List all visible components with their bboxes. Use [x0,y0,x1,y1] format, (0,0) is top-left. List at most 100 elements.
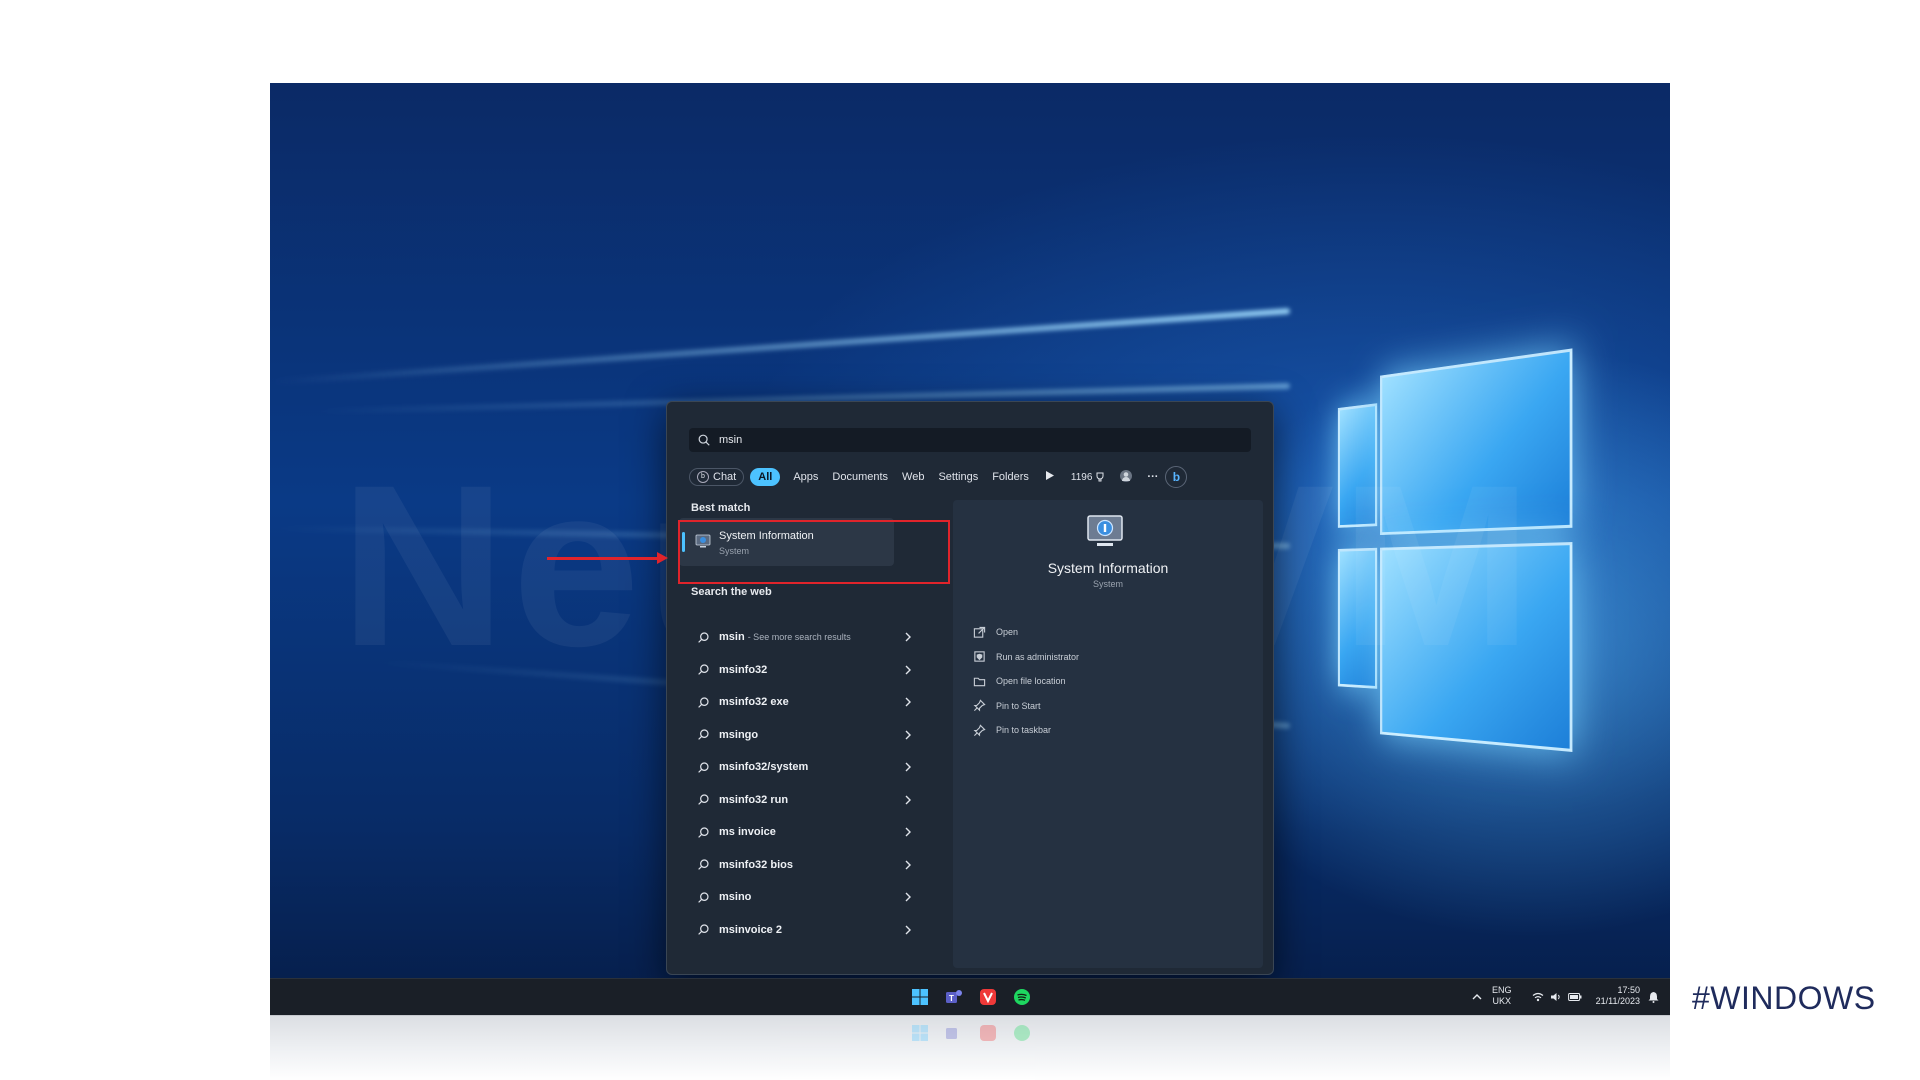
search-box[interactable] [689,428,1251,452]
avatar-icon [1120,469,1133,482]
filter-chat-label: Chat [713,471,737,483]
pin-icon [973,724,986,737]
action-open[interactable]: Open [973,620,1233,645]
chevron-right-icon [905,827,911,837]
web-result-item[interactable]: msinfo32 exe [679,686,919,719]
web-result-item[interactable]: msinfo32/system [679,751,919,784]
action-open-file-location[interactable]: Open file location [973,669,1233,694]
best-match-heading: Best match [691,502,751,514]
web-result-label: msino [719,891,752,904]
action-pin-to-taskbar[interactable]: Pin to taskbar [973,718,1233,743]
teams-icon[interactable]: T [944,987,964,1007]
rewards-points[interactable]: 1196 [1064,469,1113,486]
vivaldi-icon [980,1025,996,1041]
search-icon [698,859,709,871]
web-result-label: msinvoice 2 [719,923,782,936]
preview-subtitle: System [1092,579,1123,589]
search-icon [698,729,709,741]
play-icon [1045,471,1054,480]
web-result-item[interactable]: msino [679,881,919,914]
windows-start-icon[interactable] [910,987,930,1007]
web-result-item[interactable]: msin - See more search results [679,621,919,654]
wallpaper-beam [272,308,1291,386]
chevron-right-icon [905,762,911,772]
search-icon [698,664,709,676]
vivaldi-icon[interactable] [978,987,998,1007]
clock-date: 21/11/2023 [1595,996,1640,1006]
search-icon [698,632,709,643]
filter-all[interactable]: All [750,468,781,486]
spotify-icon[interactable] [1012,987,1032,1007]
pin-icon [973,699,986,712]
wifi-icon[interactable] [1532,992,1544,1002]
rewards-points-value: 1196 [1070,471,1093,483]
chevron-right-icon [905,730,911,739]
profile-avatar-button[interactable] [1112,466,1140,489]
web-result-extra: - See more search results [747,632,851,643]
windows-start-icon [912,1025,928,1041]
action-pin-to-start-label: Pin to Start [996,700,1041,711]
chevron-right-icon [905,795,911,804]
hashtag-label: #WINDOWS [1692,980,1876,1016]
system-information-app-icon [695,534,711,548]
best-match-subtitle: System [719,546,750,556]
search-icon [698,762,709,773]
preview-actions: Open Run as administrator Open file loca… [973,620,1233,743]
search-icon [698,794,709,806]
notification-bell-icon[interactable] [1648,991,1659,1003]
web-result-item[interactable]: msingo [679,719,919,752]
action-pin-to-taskbar-label: Pin to taskbar [996,725,1052,736]
best-match-item[interactable]: System Information System [679,518,894,566]
web-result-label: msingo [719,728,759,741]
bing-button[interactable]: b [1165,466,1188,488]
folder-icon [973,677,986,686]
system-information-app-icon [1087,515,1123,546]
taskbar-reflection [270,1015,1670,1080]
chevron-up-icon[interactable] [1472,993,1482,1001]
chevron-right-icon [905,697,911,707]
result-preview-pane: System Information System Open Run as ad… [953,500,1263,968]
action-open-file-location-label: Open file location [996,676,1066,687]
web-result-label: msinfo32 run [719,793,789,806]
search-input[interactable] [717,433,1221,447]
chevron-right-icon [905,860,911,869]
filter-settings[interactable]: Settings [931,468,985,486]
filter-apps[interactable]: Apps [786,468,825,486]
web-result-item[interactable]: msinfo32 [679,654,919,687]
start-search-panel: b Chat All Apps Documents Web Settings F… [666,401,1274,975]
search-icon [698,434,710,446]
battery-icon[interactable] [1568,992,1582,1002]
web-result-item[interactable]: msinfo32 run [679,784,919,817]
search-filters: b Chat All Apps Documents Web Settings F… [689,465,1253,489]
filter-web[interactable]: Web [895,468,931,486]
chevron-right-icon [905,925,911,934]
annotation-arrow-head [657,552,668,564]
web-result-item[interactable]: msinvoice 2 [679,914,919,947]
play-more-filters-button[interactable] [1036,468,1064,486]
svg-text:T: T [949,994,954,1003]
language-code: ENG [1492,985,1512,995]
ellipsis-icon: ··· [1147,471,1159,483]
more-options-button[interactable]: ··· [1140,468,1165,486]
open-icon [973,626,986,638]
web-result-item[interactable]: ms invoice [679,816,919,849]
keyboard-layout: UKX [1492,996,1512,1006]
chevron-right-icon [905,632,911,642]
best-match-title: System Information [719,530,814,542]
taskbar: T ENG UKX 17:50 21/11/2023 [270,978,1670,1016]
web-result-label: msinfo32/system [719,761,809,774]
volume-icon[interactable] [1550,992,1562,1002]
search-icon [698,827,709,838]
shield-icon [974,651,985,662]
search-icon [698,924,709,936]
filter-folders[interactable]: Folders [985,468,1036,486]
web-result-item[interactable]: msinfo32 bios [679,849,919,882]
action-run-as-admin[interactable]: Run as administrator [973,645,1233,670]
action-pin-to-start[interactable]: Pin to Start [973,694,1233,719]
filter-chat[interactable]: b Chat [689,468,745,486]
web-results-list: msin - See more search results msinfo32 … [679,621,919,946]
action-run-as-admin-label: Run as administrator [996,651,1080,662]
teams-icon [946,1028,957,1039]
web-result-label: msinfo32 exe [719,696,789,709]
filter-documents[interactable]: Documents [825,468,895,486]
